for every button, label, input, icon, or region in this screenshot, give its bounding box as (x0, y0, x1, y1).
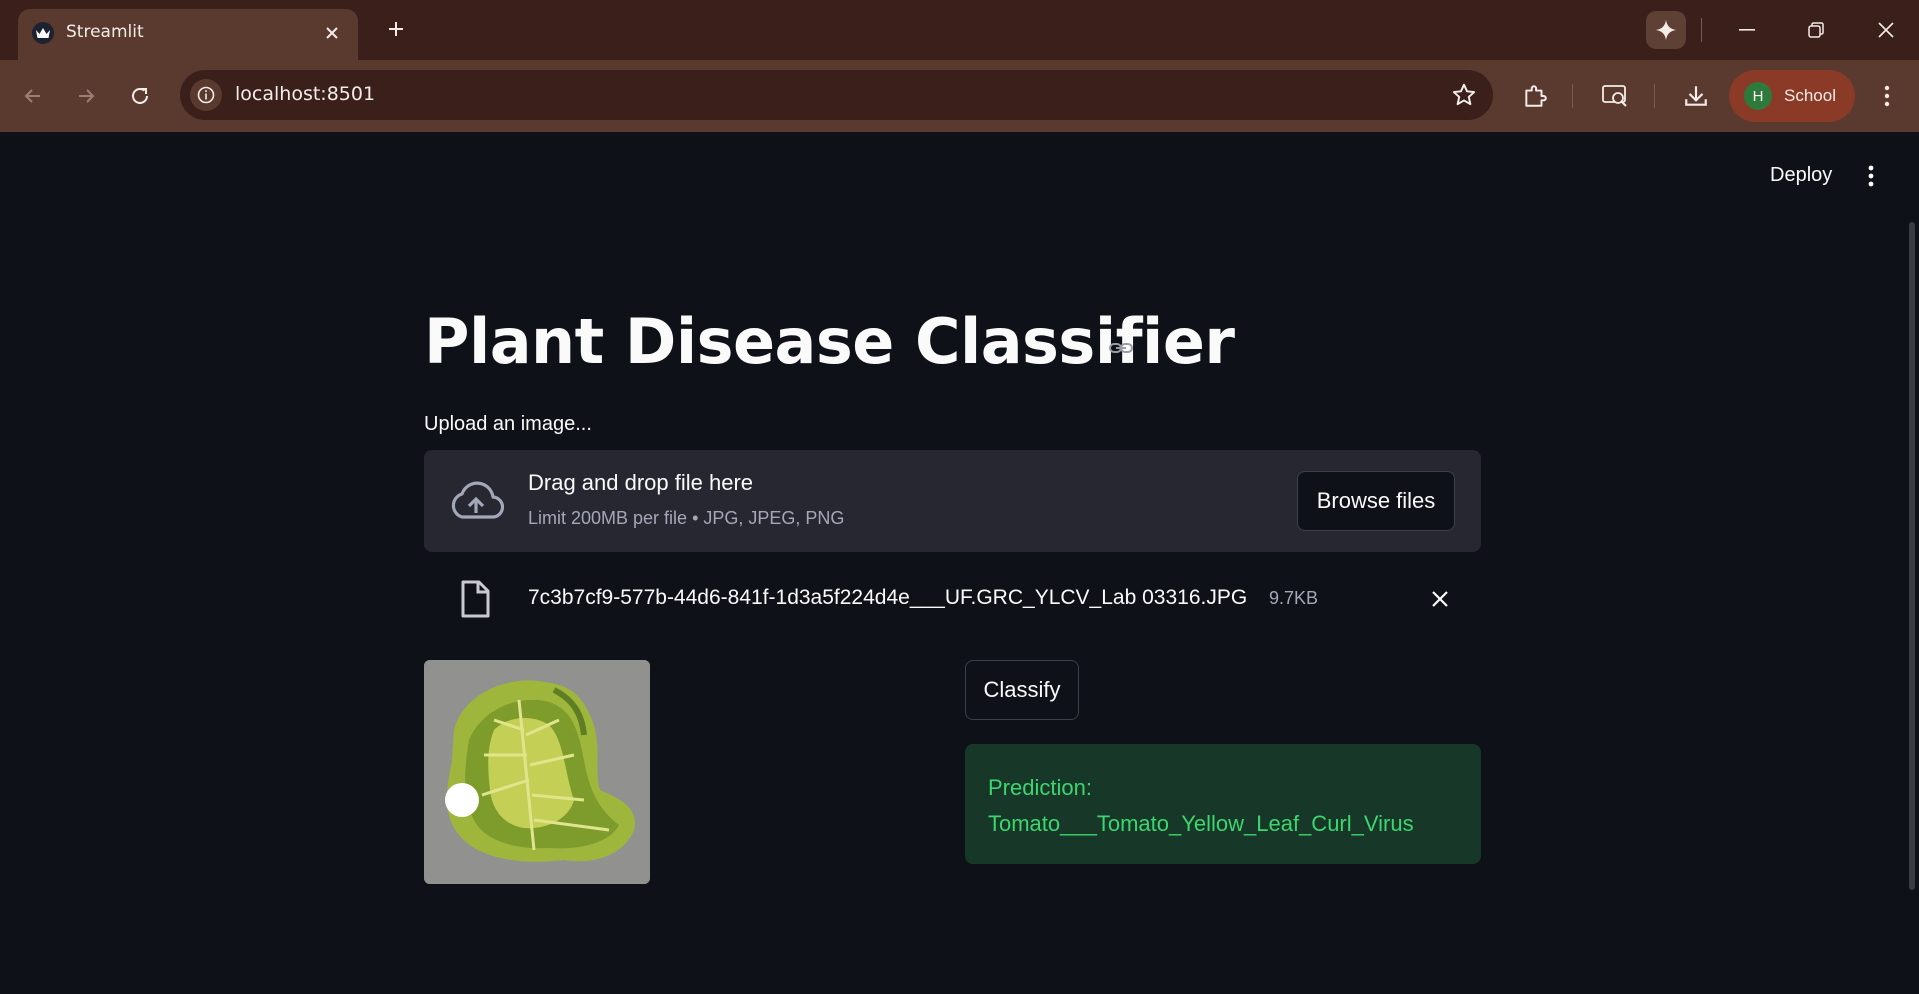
download-icon[interactable] (1676, 76, 1716, 116)
browser-tab[interactable]: Streamlit (18, 9, 358, 60)
classify-button[interactable]: Classify (965, 660, 1079, 720)
upload-label: Upload an image... (424, 413, 592, 435)
cloud-upload-icon (448, 477, 505, 525)
reload-icon[interactable] (118, 74, 162, 118)
site-info-icon[interactable] (190, 79, 222, 111)
browse-files-button[interactable]: Browse files (1297, 471, 1455, 531)
separator (1654, 84, 1655, 108)
extensions-icon[interactable] (1515, 76, 1555, 116)
plus-icon[interactable] (381, 14, 411, 44)
profile-name: School (1784, 86, 1836, 105)
profile-button[interactable]: H School (1729, 70, 1855, 122)
uploaded-leaf-image (424, 660, 650, 884)
link-icon[interactable] (1108, 338, 1134, 358)
browser-toolbar: localhost:8501 H School (0, 60, 1919, 132)
google-lens-icon[interactable] (1595, 76, 1635, 116)
back-icon[interactable] (11, 74, 55, 118)
browser-tab-bar: Streamlit (0, 0, 1919, 60)
dropzone-subtitle: Limit 200MB per file • JPG, JPEG, PNG (528, 508, 845, 528)
streamlit-crown-icon (32, 22, 54, 44)
window-close-icon[interactable] (1863, 10, 1909, 50)
close-icon[interactable] (1425, 584, 1455, 614)
deploy-button[interactable]: Deploy (1760, 160, 1842, 191)
separator (1572, 84, 1573, 108)
gemini-sparkle-icon[interactable] (1646, 11, 1686, 49)
url-text: localhost:8501 (235, 83, 376, 105)
file-size: 9.7KB (1269, 588, 1319, 608)
scrollbar[interactable] (1909, 222, 1915, 890)
address-bar[interactable]: localhost:8501 (180, 70, 1493, 120)
minimize-icon[interactable] (1724, 10, 1770, 50)
more-vert-icon[interactable] (1872, 76, 1902, 116)
tab-title: Streamlit (66, 22, 144, 42)
prediction-label: Prediction: (988, 775, 1092, 800)
app-menu-icon[interactable] (1858, 160, 1884, 192)
restore-icon[interactable] (1793, 10, 1839, 50)
prediction-value: Tomato___Tomato_Yellow_Leaf_Curl_Virus (988, 811, 1414, 836)
file-name: 7c3b7cf9-577b-44d6-841f-1d3a5f224d4e___U… (528, 586, 1248, 609)
avatar: H (1744, 82, 1772, 110)
file-dropzone[interactable]: Drag and drop file here Limit 200MB per … (424, 450, 1481, 552)
star-icon[interactable] (1451, 82, 1477, 108)
uploaded-file-row: 7c3b7cf9-577b-44d6-841f-1d3a5f224d4e___U… (424, 578, 1481, 622)
prediction-alert: Prediction: Tomato___Tomato_Yellow_Leaf_… (965, 744, 1481, 864)
file-icon (460, 580, 490, 618)
close-icon[interactable] (318, 19, 346, 47)
forward-icon[interactable] (64, 74, 108, 118)
dropzone-title: Drag and drop file here (528, 470, 754, 495)
separator (1701, 18, 1702, 42)
